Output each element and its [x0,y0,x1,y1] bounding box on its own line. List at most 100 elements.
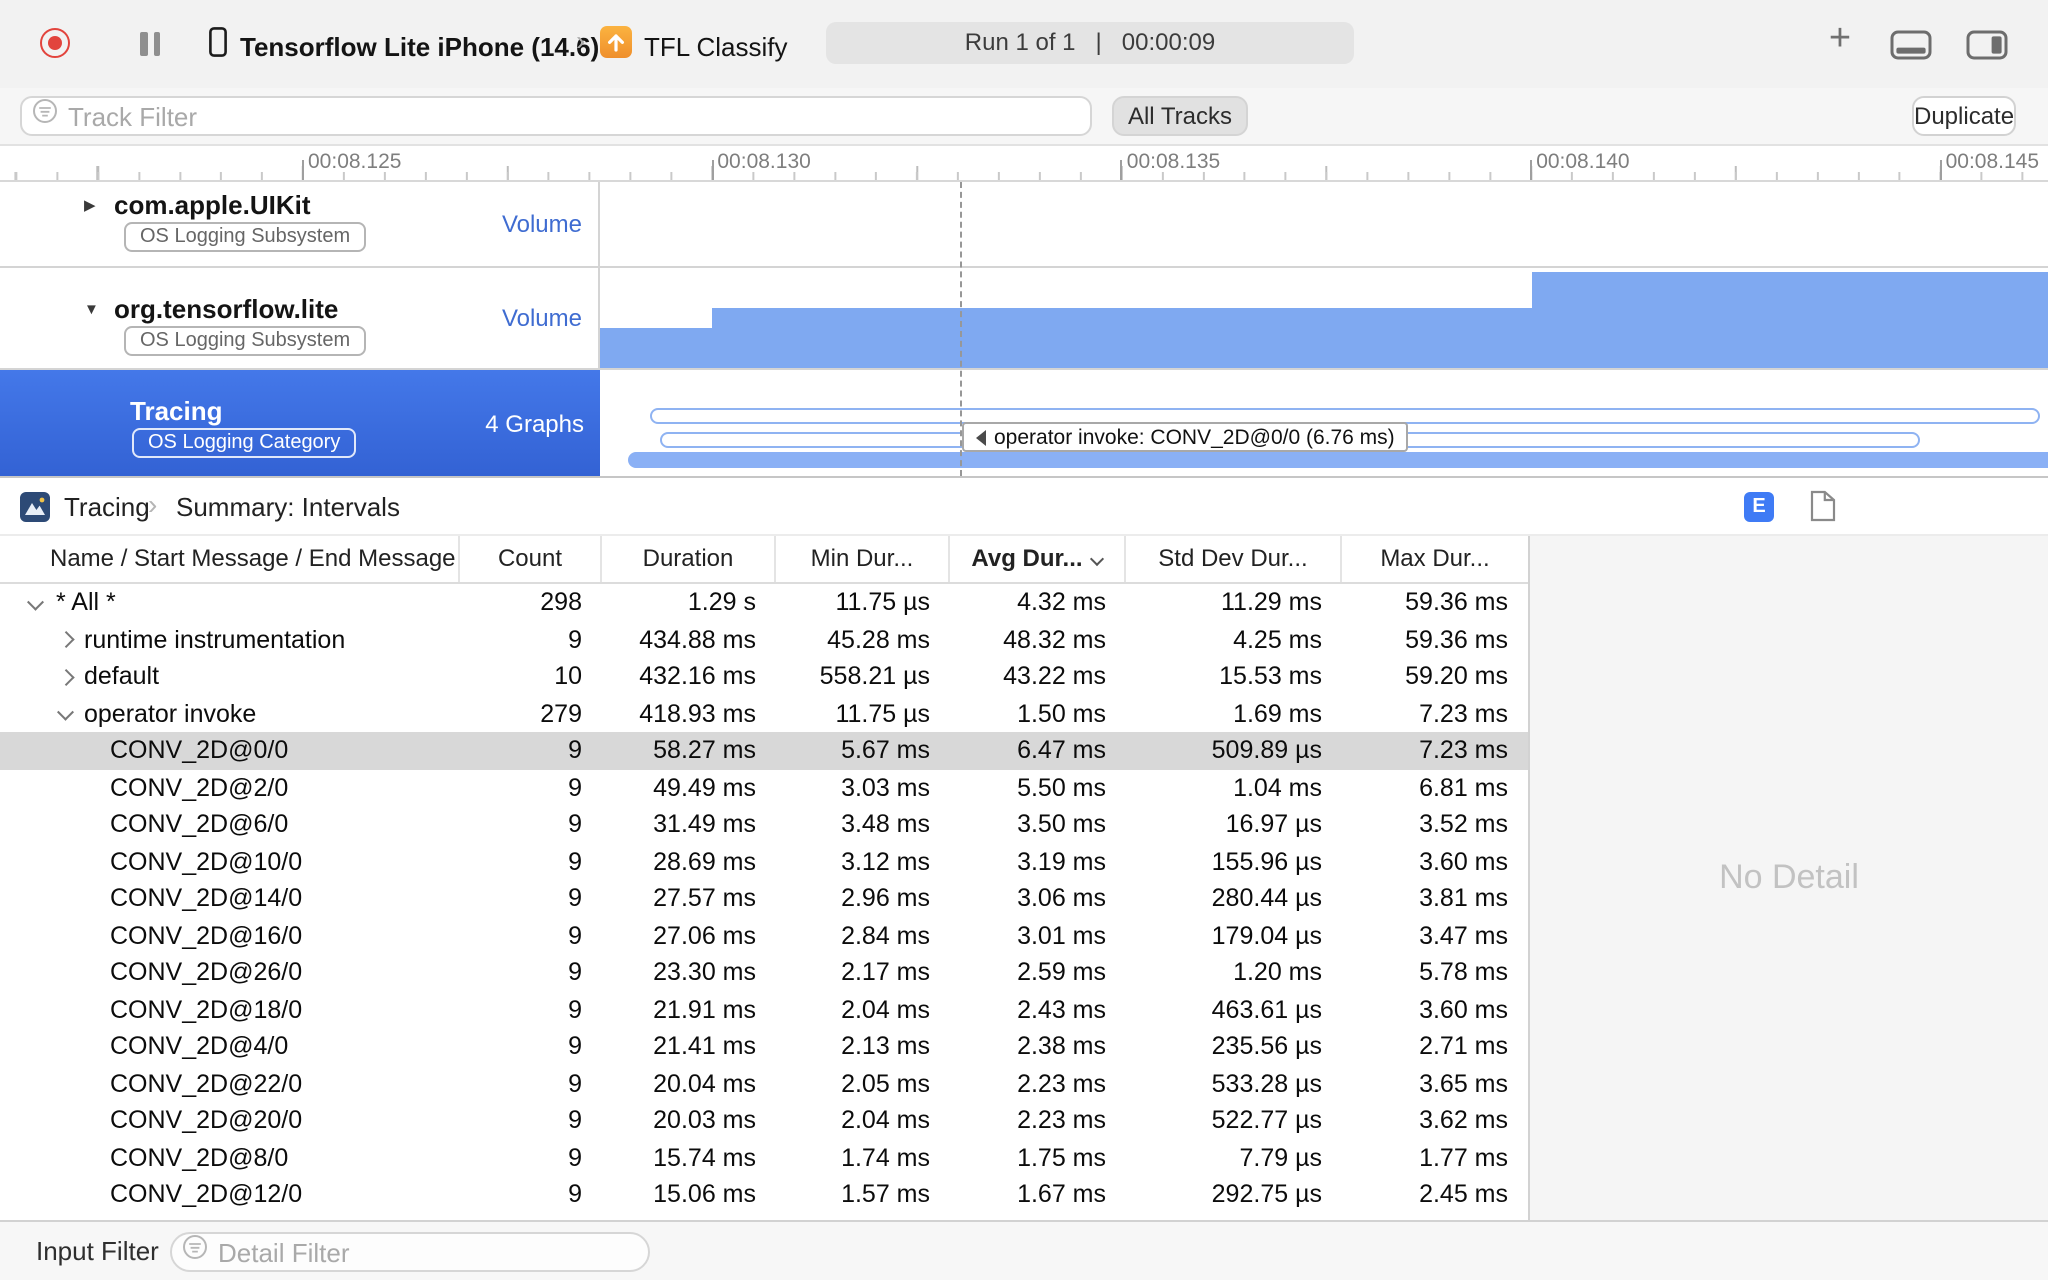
track-filter-input[interactable]: Track Filter [20,96,1092,136]
table-row[interactable]: CONV_2D@16/0 9 27.06 ms 2.84 ms 3.01 ms 179.0… [0,917,1528,954]
track-row-tracing-selected[interactable]: Tracing OS Logging Category 4 Graphs ope… [0,370,2048,476]
table-row[interactable]: CONV_2D@0/0 9 58.27 ms 5.67 ms 6.47 ms 509.89… [0,732,1528,769]
row-min: 2.96 ms [841,884,930,912]
row-max: 59.36 ms [1405,625,1508,653]
table-row[interactable]: CONV_2D@8/0 9 15.74 ms 1.74 ms 1.75 ms 7.79 µ… [0,1139,1528,1176]
column-header-name[interactable]: Name / Start Message / End Message [0,536,460,582]
column-header-stddev[interactable]: Std Dev Dur... [1126,536,1342,582]
chevron-right-icon: › [148,488,158,520]
table-row[interactable]: default 10 432.16 ms 558.21 µs 43.22 ms 15.53… [0,658,1528,695]
disclosure-chevron-icon[interactable] [27,592,44,609]
detail-inspector-panel: No Detail [1528,536,2048,1220]
toggle-right-pane-button[interactable] [1966,30,2008,70]
tracing-graph-area[interactable]: operator invoke: CONV_2D@0/0 (6.76 ms) [600,370,2048,476]
track-meta-label: Volume [501,304,582,332]
e-badge-icon[interactable]: E [1744,492,1774,522]
tooltip-arrow-icon [976,429,986,445]
intervals-table-body: * All * 298 1.29 s 11.75 µs 4.32 ms 11.29 ms 5… [0,584,1528,1220]
column-header-avg-label: Avg Dur... [971,544,1083,572]
row-max: 3.60 ms [1419,995,1508,1023]
row-max: 3.60 ms [1419,847,1508,875]
app-name: TFL Classify [644,32,788,62]
device-name: Tensorflow Lite iPhone (14.6) [240,32,600,62]
column-header-duration[interactable]: Duration [602,536,776,582]
row-name: default [84,662,160,690]
table-row[interactable]: CONV_2D@12/0 9 15.06 ms 1.57 ms 1.67 ms 292.7… [0,1176,1528,1213]
disclosure-triangle-collapsed-icon[interactable]: ▶ [84,196,96,214]
table-row[interactable]: CONV_2D@6/0 9 31.49 ms 3.48 ms 3.50 ms 16.97 … [0,806,1528,843]
row-avg: 3.50 ms [1017,810,1106,838]
table-row[interactable]: * All * 298 1.29 s 11.75 µs 4.32 ms 11.29 ms 5… [0,584,1528,621]
row-min: 3.48 ms [841,810,930,838]
table-row[interactable]: CONV_2D@14/0 9 27.57 ms 2.96 ms 3.06 ms 280.4… [0,880,1528,917]
row-duration: 432.16 ms [639,662,756,690]
table-row[interactable]: CONV_2D@2/0 9 49.49 ms 3.03 ms 5.50 ms 1.04 m… [0,769,1528,806]
row-max: 7.23 ms [1419,736,1508,764]
disclosure-triangle-expanded-icon[interactable]: ▼ [84,300,99,318]
row-count: 9 [568,995,582,1023]
duplicate-button[interactable]: Duplicate [1912,96,2016,136]
row-name: CONV_2D@0/0 [110,736,289,764]
row-avg: 6.47 ms [1017,736,1106,764]
row-avg: 1.75 ms [1017,1143,1106,1171]
target-selector[interactable]: Tensorflow Lite iPhone (14.6) [208,26,599,68]
detail-filter-input[interactable]: Detail Filter [170,1232,650,1272]
row-duration: 20.03 ms [653,1106,756,1134]
track-header[interactable]: Tracing OS Logging Category 4 Graphs [0,370,600,476]
row-min: 11.75 µs [835,699,930,727]
filter-icon [32,98,58,134]
run-status: Run 1 of 1 | 00:00:09 [826,22,1354,64]
disclosure-chevron-icon[interactable] [57,668,74,685]
row-std: 533.28 µs [1211,1069,1322,1097]
row-std: 522.77 µs [1211,1106,1322,1134]
column-header-count[interactable]: Count [460,536,602,582]
breadcrumb-root[interactable]: Tracing [64,492,150,522]
table-row[interactable]: CONV_2D@4/0 9 21.41 ms 2.13 ms 2.38 ms 235.56… [0,1028,1528,1065]
table-row[interactable]: runtime instrumentation 9 434.88 ms 45.28 m… [0,621,1528,658]
table-row[interactable]: operator invoke 279 418.93 ms 11.75 µs 1.50 … [0,695,1528,732]
breadcrumb-page[interactable]: Summary: Intervals [176,492,400,522]
row-avg: 3.19 ms [1017,847,1106,875]
track-name: Tracing [130,396,223,426]
add-instrument-button[interactable]: + [1816,18,1864,62]
table-row[interactable]: CONV_2D@10/0 9 28.69 ms 3.12 ms 3.19 ms 155.9… [0,843,1528,880]
uikit-graph-area[interactable] [600,182,2048,266]
pause-button[interactable] [140,32,160,56]
all-tracks-button[interactable]: All Tracks [1112,96,1248,136]
track-meta-label: 4 Graphs [485,409,584,437]
row-duration: 23.30 ms [653,958,756,986]
column-header-max[interactable]: Max Dur... [1342,536,1528,582]
ruler-major-tick [1530,160,1533,180]
row-max: 3.62 ms [1419,1106,1508,1134]
table-row[interactable]: CONV_2D@22/0 9 20.04 ms 2.05 ms 2.23 ms 533.2… [0,1065,1528,1102]
table-row[interactable]: CONV_2D@18/0 9 21.91 ms 2.04 ms 2.43 ms 463.6… [0,991,1528,1028]
disclosure-chevron-icon[interactable] [57,703,74,720]
row-count: 298 [540,588,582,616]
record-button[interactable] [40,28,70,58]
track-header[interactable]: ▶ com.apple.UIKit OS Logging Subsystem V… [0,182,600,266]
volume-graph-area[interactable] [600,268,2048,368]
table-row[interactable]: CONV_2D@20/0 9 20.03 ms 2.04 ms 2.23 ms 522.7… [0,1102,1528,1139]
column-header-min[interactable]: Min Dur... [776,536,950,582]
track-header[interactable]: ▼ org.tensorflow.lite OS Logging Subsyst… [0,268,600,368]
row-name: CONV_2D@4/0 [110,1032,289,1060]
row-name: CONV_2D@12/0 [110,1180,303,1208]
document-icon[interactable] [1810,490,1836,532]
row-min: 2.05 ms [841,1069,930,1097]
timeline-ruler[interactable]: 00:08.125 00:08.130 00:08.135 00:08.140 00:0… [0,146,2048,182]
row-min: 558.21 µs [819,662,930,690]
row-max: 1.77 ms [1419,1143,1508,1171]
tracing-instrument-icon [20,492,50,532]
ruler-time-label: 00:08.145 [1945,150,2040,174]
table-row[interactable]: CONV_2D@26/0 9 23.30 ms 2.17 ms 2.59 ms 1.20 … [0,954,1528,991]
row-count: 9 [568,1106,582,1134]
row-max: 7.23 ms [1419,699,1508,727]
app-selector[interactable]: TFL Classify [600,26,788,68]
track-row-uikit[interactable]: ▶ com.apple.UIKit OS Logging Subsystem V… [0,182,2048,268]
track-row-tensorflow[interactable]: ▼ org.tensorflow.lite OS Logging Subsyst… [0,268,2048,370]
row-count: 9 [568,958,582,986]
toggle-bottom-pane-button[interactable] [1890,30,1932,70]
disclosure-chevron-icon[interactable] [57,631,74,648]
interval-capsule[interactable] [628,452,2048,468]
column-header-avg[interactable]: Avg Dur... [950,536,1126,582]
